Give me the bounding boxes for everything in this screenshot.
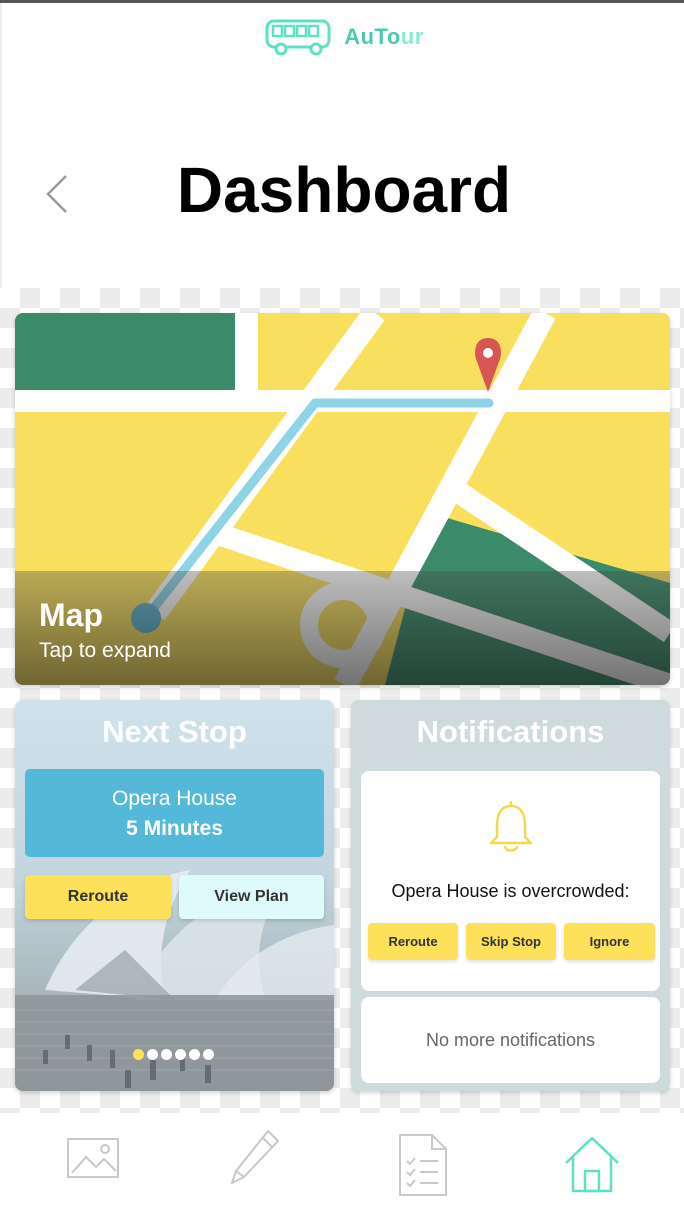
stop-name: Opera House bbox=[112, 787, 237, 810]
brand-name: AuTour bbox=[344, 24, 424, 49]
image-icon bbox=[67, 1138, 119, 1178]
map-title: Map bbox=[39, 597, 103, 633]
map-caption-overlay bbox=[15, 571, 670, 685]
page-title: Dashboard bbox=[176, 154, 512, 226]
skip-stop-button[interactable]: Skip Stop bbox=[466, 923, 556, 960]
header: AuTour Dashboard bbox=[0, 3, 684, 288]
notifications-card: Notifications Opera House is overcrowded… bbox=[351, 700, 670, 1091]
map-subtitle: Tap to expand bbox=[39, 639, 171, 662]
pencil-icon bbox=[231, 1130, 279, 1184]
notification-message: Opera House is overcrowded: bbox=[391, 881, 630, 901]
tab-edit[interactable] bbox=[228, 1127, 282, 1189]
reroute-button[interactable]: Reroute bbox=[25, 875, 171, 919]
notification-item: Opera House is overcrowded: Reroute Skip… bbox=[361, 771, 660, 991]
ignore-button[interactable]: Ignore bbox=[564, 923, 655, 960]
carousel-dot[interactable] bbox=[203, 1049, 214, 1060]
home-icon bbox=[565, 1136, 619, 1193]
next-stop-title: Next Stop bbox=[102, 714, 247, 749]
tab-bar bbox=[0, 1113, 684, 1220]
tab-home[interactable] bbox=[564, 1135, 620, 1193]
tab-plan[interactable] bbox=[398, 1133, 448, 1197]
carousel-dot[interactable] bbox=[189, 1049, 200, 1060]
bus-icon bbox=[265, 19, 331, 56]
next-stop-card: Next Stop Opera House 5 Minutes Reroute … bbox=[15, 700, 334, 1091]
notif-reroute-button[interactable]: Reroute bbox=[368, 923, 458, 960]
bell-icon bbox=[489, 801, 533, 852]
carousel-dot[interactable] bbox=[133, 1049, 144, 1060]
brand-logo: AuTour bbox=[2, 17, 684, 57]
tab-gallery[interactable] bbox=[66, 1135, 120, 1181]
notifications-title: Notifications bbox=[416, 714, 605, 749]
stop-eta: 5 Minutes bbox=[126, 817, 223, 840]
carousel-dot[interactable] bbox=[175, 1049, 186, 1060]
next-stop-info[interactable]: Opera House 5 Minutes bbox=[25, 769, 324, 857]
no-more-notifications: No more notifications bbox=[361, 997, 660, 1083]
carousel-dot[interactable] bbox=[147, 1049, 158, 1060]
view-plan-button[interactable]: View Plan bbox=[179, 875, 324, 919]
carousel-dot[interactable] bbox=[161, 1049, 172, 1060]
map-card[interactable]: Map Tap to expand bbox=[15, 313, 670, 685]
checklist-icon bbox=[399, 1134, 447, 1196]
carousel-dots[interactable] bbox=[133, 1049, 214, 1060]
